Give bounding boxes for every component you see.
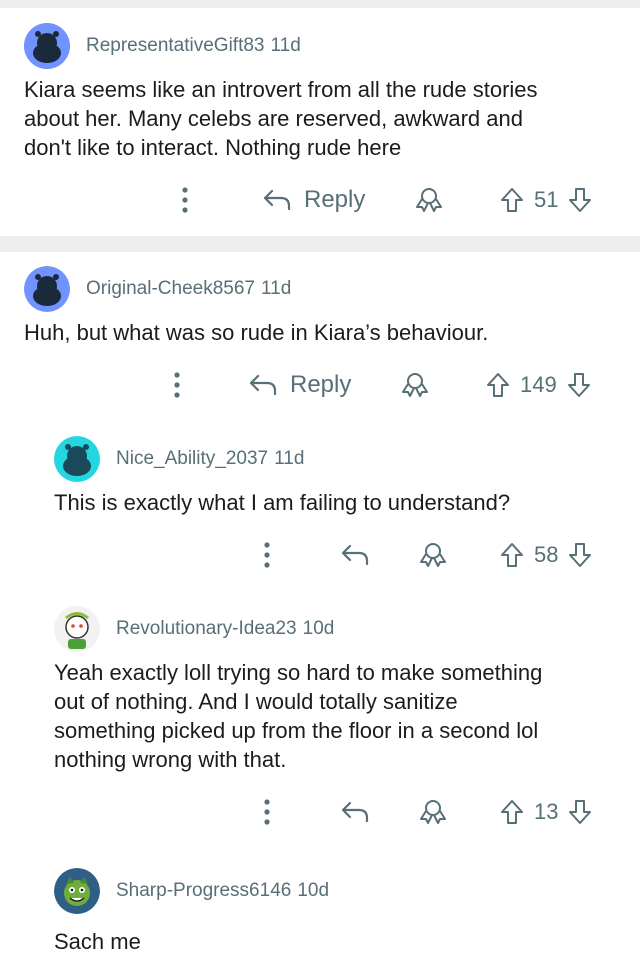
comment-actions: 58 bbox=[0, 535, 640, 575]
award-icon bbox=[402, 373, 428, 397]
award-icon bbox=[416, 188, 442, 212]
comment-actions: 13 bbox=[0, 792, 640, 832]
upvote-arrow-icon[interactable] bbox=[486, 372, 510, 398]
comment-body: Sach me bbox=[54, 927, 141, 956]
more-vertical-icon bbox=[264, 799, 270, 825]
comment-age: 10d bbox=[302, 618, 335, 639]
comment-meta: Original-Cheek8567 11d bbox=[86, 278, 291, 300]
comment-body: Yeah exactly loll trying so hard to make… bbox=[54, 658, 542, 774]
reply-arrow-icon bbox=[263, 189, 291, 211]
reply-label: Reply bbox=[304, 186, 366, 213]
comment-line: Huh, but what was so rude in Kiara’s beh… bbox=[24, 320, 489, 345]
award-button[interactable] bbox=[400, 365, 430, 405]
downvote-arrow-icon[interactable] bbox=[568, 799, 592, 825]
more-vertical-icon bbox=[174, 372, 180, 398]
comment-line: something picked up from the floor in a … bbox=[54, 718, 539, 743]
comment-header: RepresentativeGift83 11d bbox=[24, 23, 301, 69]
comment-age: 11d bbox=[261, 278, 292, 299]
comment-header: Revolutionary-Idea23 10d bbox=[54, 606, 334, 652]
award-button[interactable] bbox=[414, 180, 444, 220]
comment-line: about her. Many celebs are reserved, awk… bbox=[24, 106, 523, 131]
comment-line: This is exactly what I am failing to und… bbox=[54, 490, 511, 515]
reply-arrow-icon bbox=[341, 801, 369, 823]
comment-age: 10d bbox=[297, 880, 330, 901]
avatar[interactable] bbox=[24, 23, 70, 69]
award-icon bbox=[420, 800, 446, 824]
username[interactable]: RepresentativeGift83 bbox=[86, 35, 265, 56]
comment-meta: Revolutionary-Idea23 10d bbox=[116, 618, 334, 640]
vote-count: 51 bbox=[534, 187, 559, 212]
downvote-arrow-icon[interactable] bbox=[568, 542, 592, 568]
username[interactable]: Sharp-Progress6146 bbox=[116, 880, 291, 901]
avatar[interactable] bbox=[54, 436, 100, 482]
upvote-arrow-icon[interactable] bbox=[500, 799, 524, 825]
comment-line: nothing wrong with that. bbox=[54, 747, 287, 772]
username[interactable]: Original-Cheek8567 bbox=[86, 278, 255, 299]
comment-body: Kiara seems like an introvert from all t… bbox=[24, 75, 538, 162]
more-options-button[interactable] bbox=[262, 535, 272, 575]
comment-age: 11d bbox=[274, 448, 305, 469]
comment-actions: Reply 51 bbox=[0, 180, 640, 220]
vote-count: 58 bbox=[534, 542, 559, 567]
comment-actions: Reply 149 bbox=[0, 365, 640, 405]
vote-count: 13 bbox=[534, 799, 559, 824]
comment-body: Huh, but what was so rude in Kiara’s beh… bbox=[24, 318, 488, 347]
vote-controls: 13 bbox=[500, 792, 592, 832]
award-icon bbox=[420, 543, 446, 567]
username[interactable]: Nice_Ability_2037 bbox=[116, 448, 268, 469]
award-button[interactable] bbox=[418, 792, 448, 832]
username[interactable]: Revolutionary-Idea23 bbox=[116, 618, 297, 639]
comment-meta: RepresentativeGift83 11d bbox=[86, 35, 301, 57]
upvote-arrow-icon[interactable] bbox=[500, 542, 524, 568]
reply-button[interactable]: Reply bbox=[262, 180, 365, 220]
comment-line: don't like to interact. Nothing rude her… bbox=[24, 135, 402, 160]
comment-header: Sharp-Progress6146 10d bbox=[54, 868, 329, 914]
comment-line: out of nothing. And I would totally sani… bbox=[54, 689, 458, 714]
avatar[interactable] bbox=[24, 266, 70, 312]
top-separator bbox=[0, 0, 640, 8]
upvote-arrow-icon[interactable] bbox=[500, 187, 524, 213]
vote-controls: 58 bbox=[500, 535, 592, 575]
more-vertical-icon bbox=[264, 542, 270, 568]
more-options-button[interactable] bbox=[172, 365, 182, 405]
vote-controls: 149 bbox=[486, 365, 591, 405]
avatar[interactable] bbox=[54, 868, 100, 914]
avatar[interactable] bbox=[54, 606, 100, 652]
comment-line: Sach me bbox=[54, 929, 141, 954]
more-vertical-icon bbox=[182, 187, 188, 213]
comment-line: Kiara seems like an introvert from all t… bbox=[24, 77, 538, 102]
comment-separator bbox=[0, 236, 640, 252]
comment-meta: Sharp-Progress6146 10d bbox=[116, 880, 329, 902]
downvote-arrow-icon[interactable] bbox=[568, 187, 592, 213]
reply-arrow-icon bbox=[249, 374, 277, 396]
reply-arrow-icon bbox=[341, 544, 369, 566]
more-options-button[interactable] bbox=[262, 792, 272, 832]
comment-header: Original-Cheek8567 11d bbox=[24, 266, 291, 312]
reply-button[interactable] bbox=[340, 535, 370, 575]
comment-line: Yeah exactly loll trying so hard to make… bbox=[54, 660, 543, 685]
comment-body: This is exactly what I am failing to und… bbox=[54, 488, 510, 517]
downvote-arrow-icon[interactable] bbox=[567, 372, 591, 398]
vote-count: 149 bbox=[520, 372, 557, 397]
comment-age: 11d bbox=[270, 35, 301, 56]
comment-meta: Nice_Ability_2037 11d bbox=[116, 448, 304, 470]
more-options-button[interactable] bbox=[180, 180, 190, 220]
reply-button[interactable] bbox=[340, 792, 370, 832]
comment-header: Nice_Ability_2037 11d bbox=[54, 436, 304, 482]
reply-button[interactable]: Reply bbox=[248, 365, 351, 405]
reply-label: Reply bbox=[290, 371, 352, 398]
vote-controls: 51 bbox=[500, 180, 592, 220]
award-button[interactable] bbox=[418, 535, 448, 575]
